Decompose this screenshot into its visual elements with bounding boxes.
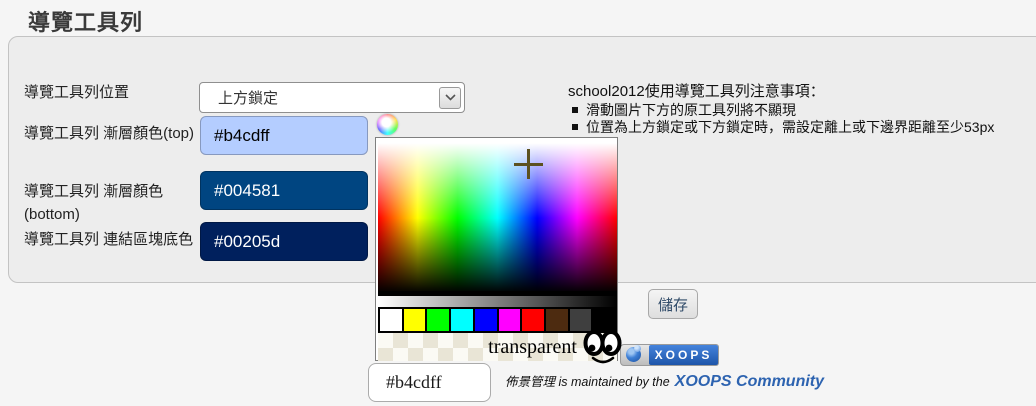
label-toolbar-position: 導覽工具列位置 [24, 81, 129, 102]
gradient-top-color-input[interactable]: #b4cdff [200, 116, 368, 155]
color-swatch[interactable] [522, 309, 544, 331]
note-item: 位置為上方鎖定或下方鎖定時，需設定離上或下邊界距離至少53px [572, 117, 994, 137]
color-swatch[interactable] [546, 309, 568, 331]
page-title: 導覽工具列 [28, 5, 143, 37]
transparent-label: transparent [488, 336, 577, 359]
color-swatch[interactable] [451, 309, 473, 331]
grayscale-bar[interactable] [378, 296, 617, 307]
transparent-option[interactable]: transparent [378, 333, 617, 361]
xoops-globe-icon [621, 344, 649, 366]
xoops-logo[interactable]: XOOPS [620, 344, 719, 366]
select-value: 上方鎖定 [200, 87, 439, 108]
footer-credit: 佈景管理 is maintained by the XOOPS Communit… [505, 371, 925, 391]
color-picker-popup: transparent [375, 137, 618, 361]
bullet-icon [572, 124, 578, 130]
color-wheel-icon[interactable] [377, 114, 398, 135]
label-link-block-color: 導覽工具列 連結區塊底色 [24, 228, 193, 249]
label-gradient-top: 導覽工具列 漸層顏色(top) [24, 122, 194, 143]
color-picker-map[interactable] [378, 140, 617, 296]
color-swatch[interactable] [499, 309, 521, 331]
label-gradient-bottom-line2: (bottom) [24, 206, 80, 223]
color-swatch[interactable] [380, 309, 402, 331]
chevron-down-icon[interactable] [439, 87, 461, 109]
notes-heading: school2012使用導覽工具列注意事項： [568, 80, 825, 101]
swatch-row [378, 307, 617, 333]
smiley-face-icon[interactable] [583, 328, 623, 365]
color-value-input[interactable]: #b4cdff [368, 363, 491, 402]
color-swatch[interactable] [427, 309, 449, 331]
save-button[interactable]: 儲存 [648, 289, 698, 319]
credit-text: 佈景管理 is maintained by the [505, 371, 670, 390]
bullet-icon [572, 107, 578, 113]
xoops-community-link[interactable]: XOOPS Community [675, 373, 824, 391]
link-block-color-input[interactable]: #00205d [200, 222, 368, 261]
xoops-logo-text: XOOPS [649, 345, 718, 365]
label-gradient-bottom-line1: 導覽工具列 漸層顏色 [24, 180, 163, 201]
color-swatch[interactable] [404, 309, 426, 331]
color-swatch[interactable] [475, 309, 497, 331]
toolbar-position-select[interactable]: 上方鎖定 [199, 82, 465, 113]
gradient-bottom-color-input[interactable]: #004581 [200, 171, 368, 210]
